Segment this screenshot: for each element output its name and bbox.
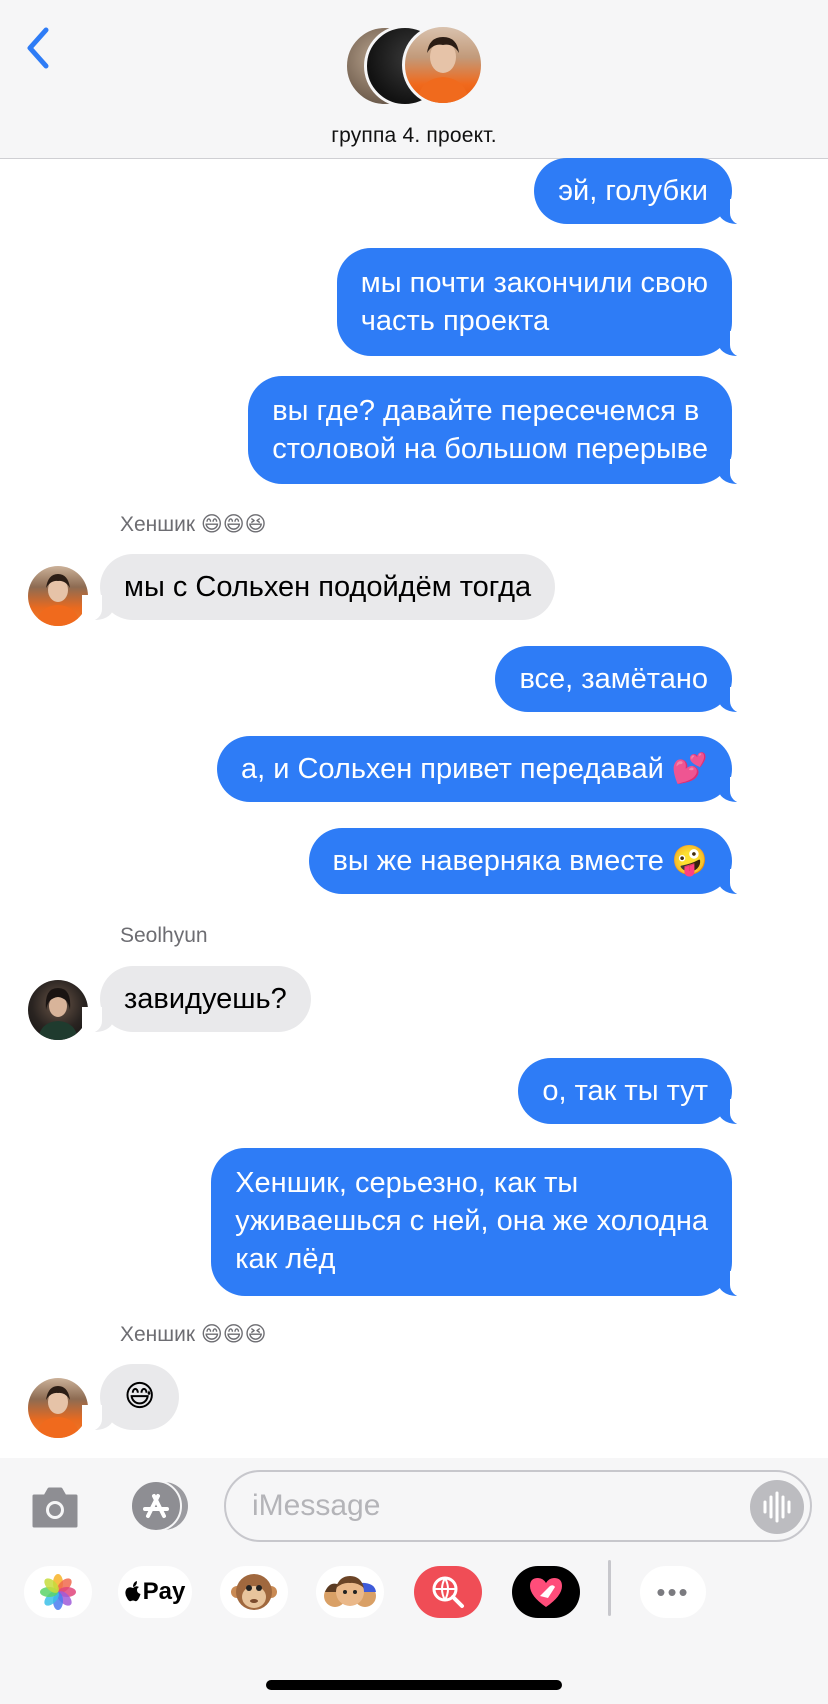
apple-pay-label: Pay (142, 1578, 186, 1605)
photos-icon (40, 1574, 76, 1610)
message-bubble-incoming[interactable]: 😅 (81, 1364, 180, 1431)
message-bubble-outgoing[interactable]: Хеншик, серьезно, как ты уживаешься с не… (211, 1148, 750, 1297)
message-text: о, так ты тут (542, 1075, 708, 1107)
app-store-icon (130, 1480, 188, 1532)
app-drawer-divider (608, 1560, 611, 1616)
message-text: уживаешься с ней, она же холодна (235, 1205, 708, 1237)
message-bubble-outgoing[interactable]: о, так ты тут (518, 1058, 750, 1125)
message-bubble-incoming[interactable]: мы с Сольхен подойдём тогда (81, 554, 556, 621)
sender-avatar[interactable] (28, 566, 88, 626)
message-text: Хеншик, серьезно, как ты (235, 1167, 579, 1199)
message-bubble-outgoing[interactable]: эй, голубки (534, 158, 750, 225)
camera-icon (32, 1487, 78, 1528)
digital-touch-button[interactable] (512, 1566, 580, 1618)
photos-app-button[interactable] (24, 1566, 92, 1618)
sender-name: Seolhyun (120, 924, 208, 947)
app-drawer: Pay ••• (0, 1560, 828, 1642)
message-text: вы где? давайте пересечемся в (272, 395, 700, 427)
sender-name: Хеншик 😄😄😆 (120, 513, 267, 536)
apple-icon (125, 1581, 141, 1602)
message-text: а, и Сольхен привет передавай 💕 (240, 753, 708, 785)
message-text: столовой на большом перерыве (272, 433, 708, 465)
message-text: мы с Сольхен подойдём тогда (124, 571, 532, 603)
globe-search-icon (432, 1576, 464, 1608)
heart-hand-icon (530, 1578, 562, 1607)
message-bubble-outgoing[interactable]: мы почти закончили свою часть проекта (336, 248, 751, 357)
more-icon: ••• (656, 1576, 690, 1607)
back-button[interactable] (20, 24, 60, 74)
message-input-box[interactable] (224, 1470, 812, 1542)
sender-avatar[interactable] (28, 1378, 88, 1438)
message-text: все, замётано (519, 663, 708, 695)
home-indicator[interactable] (266, 1680, 562, 1690)
message-bubble-outgoing[interactable]: а, и Сольхен привет передавай 💕 (216, 736, 751, 803)
monkey-icon (231, 1574, 277, 1610)
group-avatars[interactable] (344, 24, 486, 108)
conversation-header: группа 4. проект. (0, 0, 828, 159)
memoji-button[interactable] (316, 1566, 384, 1618)
apple-pay-button[interactable]: Pay (118, 1566, 192, 1618)
group-name[interactable]: группа 4. проект. (0, 124, 828, 148)
sender-avatar[interactable] (28, 980, 88, 1040)
chevron-left-icon (27, 27, 49, 69)
message-text: эй, голубки (558, 175, 708, 207)
message-text: завидуешь? (124, 983, 287, 1015)
images-search-button[interactable] (414, 1566, 482, 1618)
message-bubble-outgoing[interactable]: вы же наверняка вместе 🤪 (308, 828, 750, 895)
compose-bar: Pay (0, 1458, 828, 1704)
message-text: как лёд (235, 1243, 336, 1275)
more-apps-button[interactable]: ••• (640, 1566, 706, 1618)
message-text: мы почти закончили свою (360, 267, 708, 299)
sender-name: Хеншик 😄😄😆 (120, 1323, 267, 1346)
message-bubble-incoming[interactable]: завидуешь? (82, 966, 311, 1033)
message-bubble-outgoing[interactable]: вы где? давайте пересечемся в столовой н… (248, 376, 750, 485)
message-bubble-outgoing[interactable]: все, замётано (495, 646, 750, 713)
waveform-icon (763, 1491, 791, 1523)
memoji-icon (324, 1576, 376, 1607)
message-input[interactable] (252, 1484, 712, 1528)
message-text: вы же наверняка вместе 🤪 (332, 845, 709, 877)
animoji-button[interactable] (220, 1566, 288, 1618)
app-store-button[interactable] (126, 1480, 192, 1532)
camera-button[interactable] (30, 1484, 80, 1530)
message-text: часть проекта (360, 305, 550, 337)
message-text: 😅 (124, 1380, 156, 1413)
audio-message-button[interactable] (750, 1480, 804, 1534)
avatar (402, 24, 484, 106)
